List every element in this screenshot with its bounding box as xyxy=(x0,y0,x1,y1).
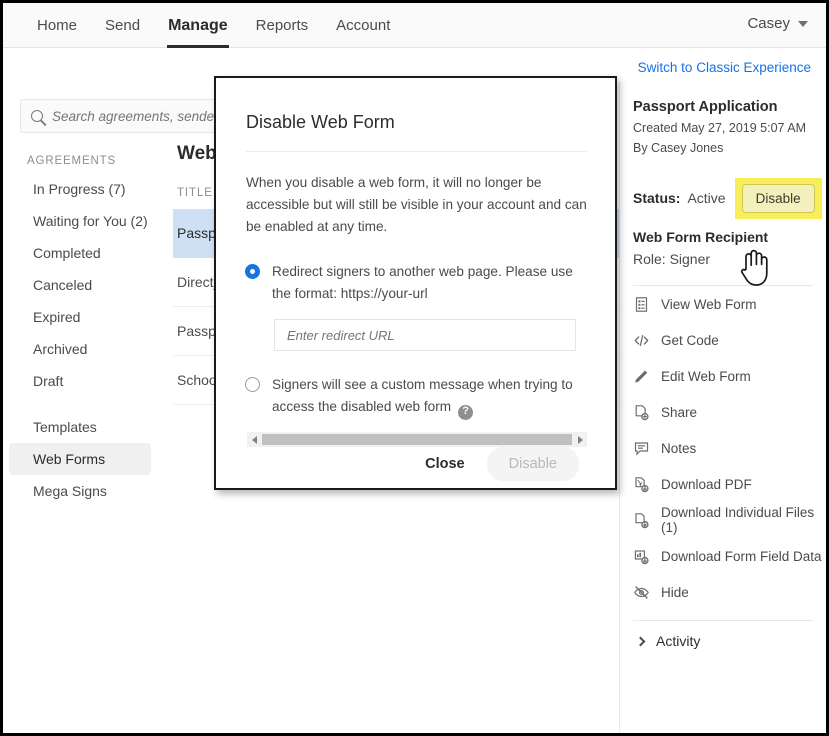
disable-button-highlight: Disable xyxy=(734,177,822,219)
dialog-actions: Close Disable xyxy=(216,420,615,481)
sidebar-item-templates[interactable]: Templates xyxy=(9,411,151,443)
sidebar-item-waiting-for-you[interactable]: Waiting for You (2) xyxy=(9,205,151,237)
nav-item-reports[interactable]: Reports xyxy=(242,3,323,48)
disable-web-form-dialog: Disable Web Form When you disable a web … xyxy=(214,76,617,490)
dialog-title: Disable Web Form xyxy=(246,112,395,132)
action-share[interactable]: Share xyxy=(633,394,826,430)
chevron-right-icon xyxy=(635,636,646,646)
detail-created: Created May 27, 2019 5:07 AM xyxy=(633,121,807,135)
eye-slash-icon xyxy=(633,584,650,601)
sidebar-item-in-progress[interactable]: In Progress (7) xyxy=(9,173,151,205)
option-redirect-row[interactable]: Redirect signers to another web page. Pl… xyxy=(216,238,615,305)
action-view-web-form[interactable]: View Web Form xyxy=(633,286,826,322)
action-label: Download PDF xyxy=(661,476,752,492)
activity-label: Activity xyxy=(656,633,701,649)
share-document-icon xyxy=(633,404,650,421)
document-list-icon xyxy=(633,296,650,313)
nav-item-send[interactable]: Send xyxy=(91,3,154,48)
top-navigation-bar: Home Send Manage Reports Account Casey xyxy=(3,3,826,48)
option-custom-message-text: Signers will see a custom message when t… xyxy=(272,377,573,415)
option-redirect-label: Redirect signers to another web page. Pl… xyxy=(272,264,573,302)
action-label: Edit Web Form xyxy=(661,368,751,384)
detail-title: Passport Application xyxy=(633,99,778,115)
status-badge: Active xyxy=(687,190,726,206)
user-menu[interactable]: Casey xyxy=(747,15,808,32)
scroll-left-arrow[interactable] xyxy=(247,435,261,444)
action-label: Share xyxy=(661,404,698,420)
scrollbar-thumb[interactable] xyxy=(262,434,572,445)
nav-item-account[interactable]: Account xyxy=(322,3,404,48)
comment-icon xyxy=(633,440,650,457)
search-icon xyxy=(31,110,43,122)
action-notes[interactable]: Notes xyxy=(633,430,826,466)
action-download-pdf[interactable]: Download PDF xyxy=(633,466,826,502)
detail-author: By Casey Jones xyxy=(633,141,724,155)
option-custom-message-label: Signers will see a custom message when t… xyxy=(272,374,590,420)
help-icon[interactable]: ? xyxy=(458,404,474,420)
scroll-right-arrow[interactable] xyxy=(573,435,587,444)
action-label: Download Individual Files (1) xyxy=(661,505,815,535)
sidebar-item-web-forms[interactable]: Web Forms xyxy=(9,443,151,475)
dialog-disable-button: Disable xyxy=(486,446,579,481)
action-label: Download Form Field Data xyxy=(661,548,822,564)
sidebar-item-canceled[interactable]: Canceled xyxy=(9,269,151,301)
action-get-code[interactable]: Get Code xyxy=(633,322,826,358)
sidebar-divider-gap xyxy=(3,397,173,411)
action-download-individual-files[interactable]: Download Individual Files (1) xyxy=(633,502,826,538)
app-window: Home Send Manage Reports Account Casey S… xyxy=(0,0,829,736)
sidebar-heading-agreements: AGREEMENTS xyxy=(27,155,117,167)
switch-to-classic-link[interactable]: Switch to Classic Experience xyxy=(638,60,811,75)
activity-section-toggle[interactable]: Activity xyxy=(633,621,826,661)
pencil-icon xyxy=(633,368,650,385)
sidebar-item-archived[interactable]: Archived xyxy=(9,333,151,365)
horizontal-scrollbar[interactable] xyxy=(247,432,587,447)
status-label: Status: xyxy=(633,190,681,206)
sidebar-item-expired[interactable]: Expired xyxy=(9,301,151,333)
download-file-icon xyxy=(633,512,650,529)
redirect-url-input[interactable] xyxy=(274,319,576,352)
triangle-left-icon xyxy=(251,435,257,444)
code-icon xyxy=(633,332,650,349)
action-label: Get Code xyxy=(661,332,719,348)
action-hide[interactable]: Hide xyxy=(633,574,826,610)
close-button[interactable]: Close xyxy=(413,448,477,480)
recipient-role: Role: Signer xyxy=(633,251,711,267)
action-label: View Web Form xyxy=(661,296,757,312)
sidebar-list: AGREEMENTS In Progress (7) Waiting for Y… xyxy=(3,149,173,507)
action-edit-web-form[interactable]: Edit Web Form xyxy=(633,358,826,394)
action-label: Hide xyxy=(661,584,689,600)
option-custom-message-row[interactable]: Signers will see a custom message when t… xyxy=(216,351,615,420)
radio-custom-message[interactable] xyxy=(245,377,260,393)
dialog-description: When you disable a web form, it will no … xyxy=(246,175,587,235)
download-pdf-icon xyxy=(633,476,650,493)
disable-button[interactable]: Disable xyxy=(741,183,815,213)
radio-redirect[interactable] xyxy=(245,264,260,280)
sidebar-item-completed[interactable]: Completed xyxy=(9,237,151,269)
nav-items: Home Send Manage Reports Account xyxy=(3,3,404,48)
sidebar-item-draft[interactable]: Draft xyxy=(9,365,151,397)
user-name: Casey xyxy=(747,15,790,32)
download-data-icon xyxy=(633,548,650,565)
triangle-right-icon xyxy=(577,435,583,444)
sidebar-item-mega-signs[interactable]: Mega Signs xyxy=(9,475,151,507)
nav-item-manage[interactable]: Manage xyxy=(154,3,242,48)
action-download-form-field-data[interactable]: Download Form Field Data xyxy=(633,538,826,574)
sidebar: AGREEMENTS In Progress (7) Waiting for Y… xyxy=(3,49,270,733)
chevron-down-icon xyxy=(798,20,808,27)
nav-item-home[interactable]: Home xyxy=(23,3,91,48)
recipient-heading: Web Form Recipient xyxy=(633,229,769,245)
detail-panel: Passport Application Created May 27, 201… xyxy=(619,81,826,733)
status-row: Status: Active Disable xyxy=(633,177,826,219)
action-label: Notes xyxy=(661,440,697,456)
